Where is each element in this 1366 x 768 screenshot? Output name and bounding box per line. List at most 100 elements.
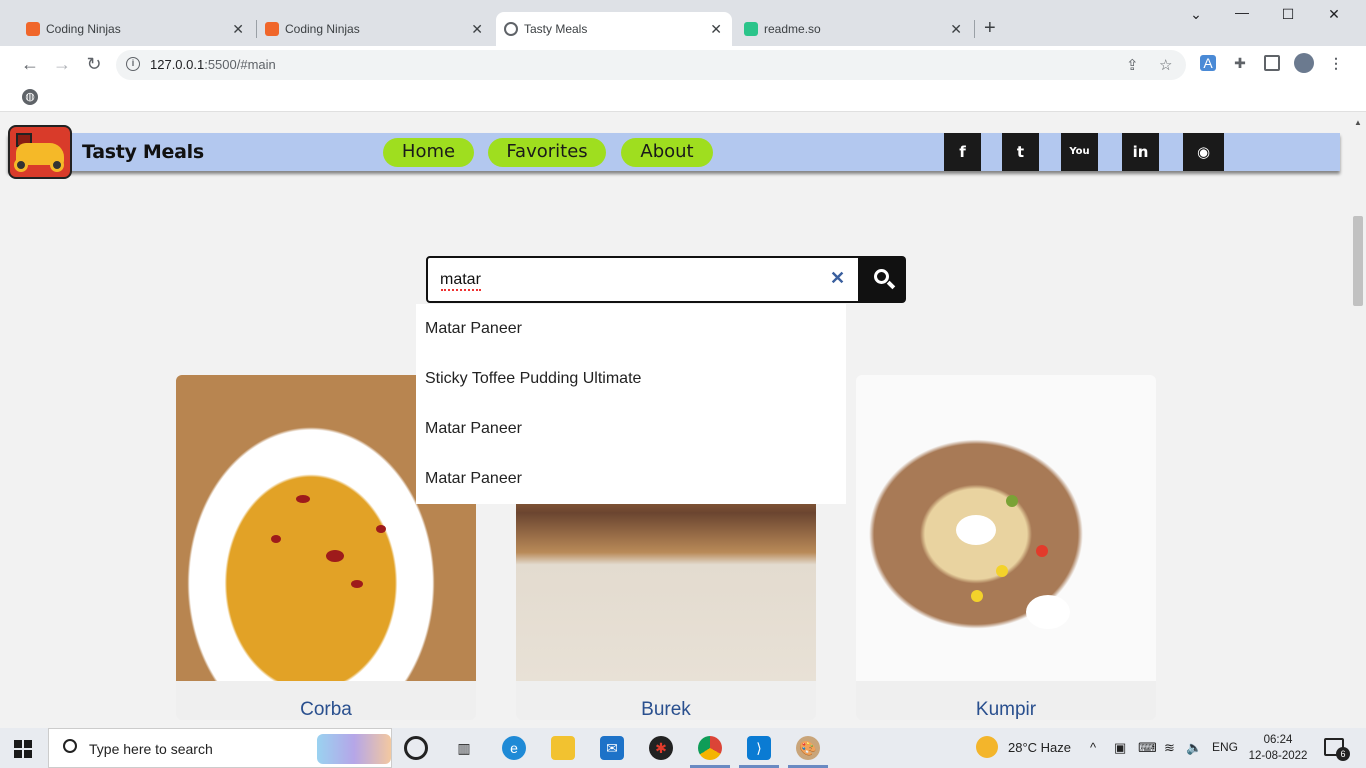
suggestion-item[interactable]: Sticky Toffee Pudding Ultimate	[425, 370, 641, 388]
back-arrow-icon[interactable]: ←	[20, 54, 40, 74]
profile-avatar[interactable]	[1294, 53, 1314, 73]
suggestion-item[interactable]: Matar Paneer	[425, 470, 522, 488]
site-info-icon[interactable]: i	[126, 57, 140, 71]
soup-garnish-shape	[326, 550, 344, 562]
tab-title: Coding Ninjas	[46, 22, 121, 36]
weather-text[interactable]: 28°C Haze	[1008, 740, 1071, 755]
page-scrollbar[interactable]: ▲	[1350, 112, 1366, 728]
tab-separator	[974, 20, 975, 38]
globe-bookmark-icon[interactable]: ◍	[22, 89, 38, 105]
nav-home-button[interactable]: Home	[383, 138, 474, 167]
chrome-icon[interactable]	[698, 736, 722, 760]
file-explorer-icon[interactable]	[551, 736, 575, 760]
address-toolbar: ← → ↻ i 127.0.0.1:5500/#main ⇪ ☆ A ✚ ⋮	[0, 46, 1366, 84]
tab-title: Tasty Meals	[524, 22, 588, 36]
weather-icon[interactable]	[976, 736, 998, 758]
close-tab-icon[interactable]: ✕	[232, 21, 244, 38]
extensions-puzzle-icon[interactable]: ✚	[1232, 55, 1248, 71]
close-tab-icon[interactable]: ✕	[950, 21, 962, 38]
search-input[interactable]	[440, 268, 820, 292]
topping-shape	[1006, 495, 1018, 507]
linkedin-icon[interactable]: in	[1122, 133, 1159, 171]
mail-icon[interactable]: ✉	[600, 736, 624, 760]
notifications-icon[interactable]: 6	[1324, 738, 1350, 761]
input-method-icon[interactable]: ⌨	[1138, 740, 1157, 756]
suggestion-item[interactable]: Matar Paneer	[425, 420, 522, 438]
brand-name[interactable]: Tasty Meals	[82, 141, 204, 163]
scroll-up-arrow-icon[interactable]: ▲	[1354, 118, 1362, 127]
soup-garnish-shape	[376, 525, 386, 533]
spellcheck-underline	[441, 289, 481, 291]
site-navbar: Tasty Meals Home Favorites About f t You…	[8, 125, 1340, 179]
tab-search-chevron-down-icon[interactable]: ⌄	[1176, 6, 1216, 23]
task-view-icon[interactable]: ▥	[452, 736, 476, 760]
browser-menu-icon[interactable]: ⋮	[1328, 55, 1344, 71]
extension-a-icon[interactable]: A	[1200, 55, 1216, 71]
volume-icon[interactable]: 🔈	[1186, 740, 1202, 756]
github-icon[interactable]: ◉	[1183, 133, 1224, 171]
search-button[interactable]	[860, 256, 906, 303]
app-icon[interactable]: ✱	[649, 736, 673, 760]
tab-readme-so[interactable]: readme.so ✕	[736, 12, 972, 46]
minimize-icon[interactable]: —	[1222, 4, 1262, 20]
coding-ninjas-favicon-icon	[265, 22, 279, 36]
maximize-icon[interactable]: ☐	[1268, 6, 1308, 23]
edge-browser-icon[interactable]: e	[502, 736, 526, 760]
close-tab-icon[interactable]: ✕	[710, 21, 722, 38]
topping-shape	[996, 565, 1008, 577]
twitter-icon[interactable]: t	[1002, 133, 1039, 171]
windows-start-icon[interactable]	[14, 740, 32, 758]
meal-card-kumpir[interactable]: Kumpir	[856, 375, 1156, 720]
scrollbar-thumb[interactable]	[1353, 216, 1363, 306]
share-icon[interactable]: ⇪	[1126, 56, 1139, 74]
clock-time: 06:24	[1263, 734, 1293, 746]
vscode-icon[interactable]: ⟩	[747, 736, 771, 760]
browser-tab-strip: Coding Ninjas ✕ Coding Ninjas ✕ Tasty Me…	[0, 0, 1366, 46]
youtube-icon[interactable]: You	[1061, 133, 1098, 171]
facebook-icon[interactable]: f	[944, 133, 981, 171]
clear-search-icon[interactable]: ✕	[830, 268, 845, 289]
meal-name[interactable]: Kumpir	[856, 699, 1156, 720]
url-text[interactable]: 127.0.0.1:5500/#main	[150, 57, 276, 72]
nav-favorites-button[interactable]: Favorites	[488, 138, 606, 167]
meet-now-icon[interactable]: ▣	[1114, 740, 1126, 756]
bookmarks-bar: ◍	[0, 84, 1366, 112]
search-highlight-illustration	[317, 734, 391, 764]
soup-garnish-shape	[296, 495, 310, 503]
wheel-shape	[14, 158, 28, 172]
tab-coding-ninjas-2[interactable]: Coding Ninjas ✕	[257, 12, 493, 46]
soup-garnish-shape	[351, 580, 363, 588]
meal-name[interactable]: Corba	[176, 699, 476, 720]
meal-image-kumpir	[856, 375, 1156, 681]
reload-icon[interactable]: ↻	[84, 54, 104, 74]
tasty-meals-logo[interactable]	[8, 125, 72, 179]
show-hidden-icons-chevron-up-icon[interactable]: ^	[1090, 740, 1096, 755]
readme-favicon-icon	[744, 22, 758, 36]
topping-shape	[956, 515, 996, 545]
side-panel-icon[interactable]	[1264, 55, 1280, 71]
close-tab-icon[interactable]: ✕	[471, 21, 483, 38]
suggestion-item[interactable]: Matar Paneer	[425, 320, 522, 338]
nav-about-button[interactable]: About	[621, 138, 713, 167]
bookmark-star-icon[interactable]: ☆	[1159, 56, 1172, 74]
tab-coding-ninjas-1[interactable]: Coding Ninjas ✕	[18, 12, 254, 46]
taskbar-search-box[interactable]: Type here to search	[48, 728, 392, 768]
search-icon	[63, 739, 77, 753]
close-window-icon[interactable]: ✕	[1314, 6, 1354, 23]
tab-tasty-meals[interactable]: Tasty Meals ✕	[496, 12, 732, 46]
language-indicator[interactable]: ENG	[1212, 740, 1238, 754]
paint-icon[interactable]: 🎨	[796, 736, 820, 760]
wifi-icon[interactable]: ≋	[1164, 740, 1175, 756]
cortana-icon[interactable]	[404, 736, 428, 760]
address-bar[interactable]: i 127.0.0.1:5500/#main ⇪ ☆	[116, 50, 1186, 80]
meal-name[interactable]: Burek	[516, 699, 816, 720]
windows-taskbar: Type here to search ▥ e ✉ ✱ ⟩ 🎨 28°C Haz…	[0, 728, 1366, 768]
forward-arrow-icon[interactable]: →	[52, 54, 72, 74]
page-viewport: Tasty Meals Home Favorites About f t You…	[0, 112, 1366, 728]
system-clock[interactable]: 06:24 12-08-2022	[1248, 732, 1308, 764]
soup-garnish-shape	[271, 535, 281, 543]
notification-count-badge: 6	[1336, 747, 1350, 761]
globe-favicon-icon	[504, 22, 518, 36]
tab-title: readme.so	[764, 22, 821, 36]
new-tab-icon[interactable]: +	[984, 18, 996, 38]
